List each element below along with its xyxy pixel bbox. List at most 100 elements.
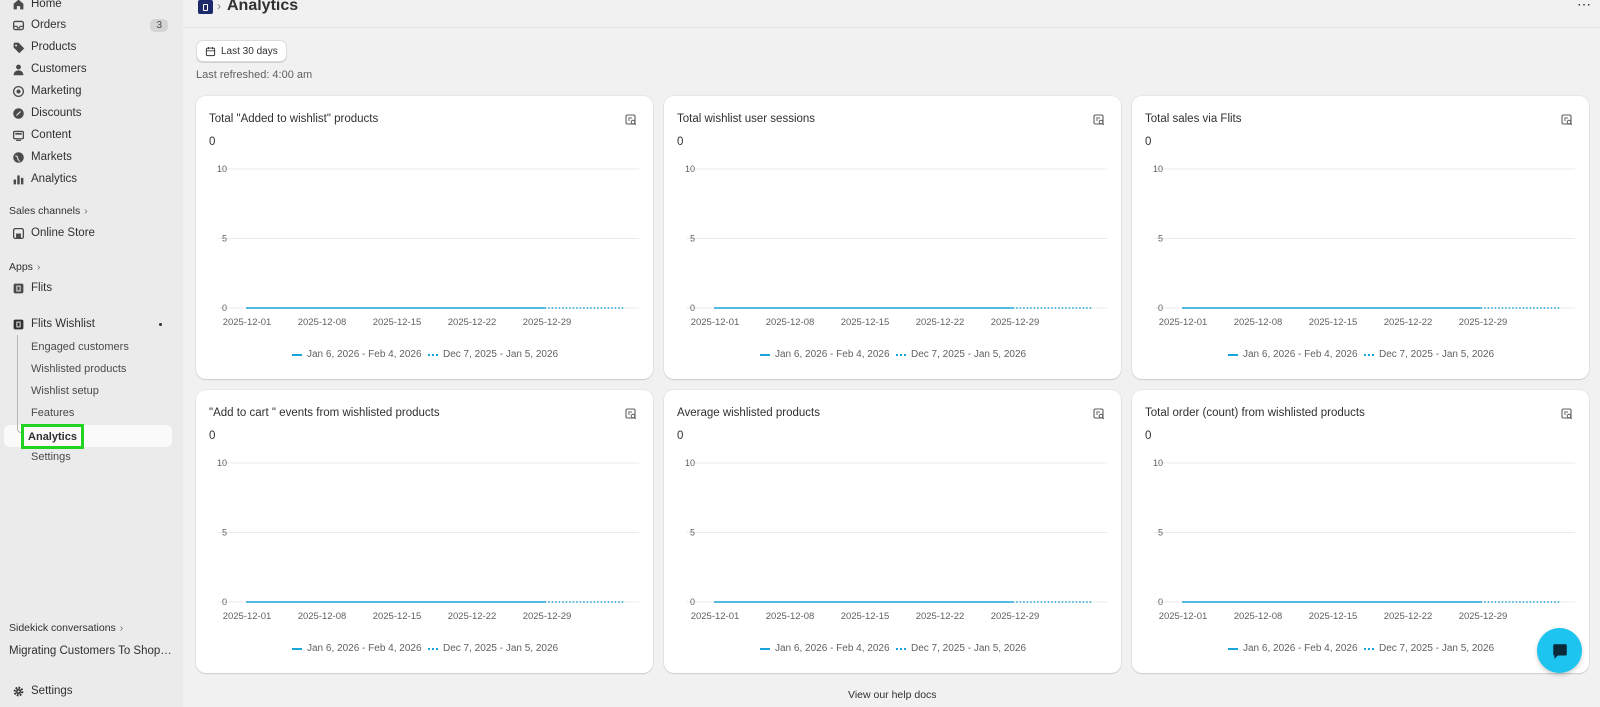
legend-label: Jan 6, 2026 - Feb 4, 2026 (1243, 349, 1358, 360)
pin-dot-icon[interactable] (159, 322, 162, 326)
sidebar-item-online-store[interactable]: Online Store (4, 222, 172, 244)
sidebar-sub-item-wishlisted-products[interactable]: Wishlisted products (22, 359, 172, 379)
y-tick-label: 0 (690, 303, 695, 313)
sidekick-conversation-item[interactable]: Migrating Customers To Shopi... (4, 640, 172, 662)
legend-item-previous[interactable]: Dec 7, 2025 - Jan 5, 2026 (1364, 643, 1494, 654)
chat-button[interactable] (1537, 628, 1582, 673)
x-tick-label: 2025-12-01 (223, 317, 272, 328)
sidebar-item-settings[interactable]: Settings (4, 680, 172, 702)
x-tick-label: 2025-12-15 (841, 611, 890, 622)
legend-item-current[interactable]: Jan 6, 2026 - Feb 4, 2026 (1228, 349, 1358, 360)
sidebar-sub-item-label: Wishlist setup (31, 385, 99, 397)
sidebar-item-marketing[interactable]: Marketing (4, 80, 172, 102)
store-icon (11, 226, 25, 240)
legend-swatch-dotted (1364, 353, 1374, 356)
calendar-icon (205, 46, 216, 56)
last-refreshed-text: Last refreshed: 4:00 am (196, 69, 313, 81)
sidebar-item-products[interactable]: Products (4, 36, 172, 58)
legend-label: Dec 7, 2025 - Jan 5, 2026 (443, 643, 559, 654)
legend-swatch-solid (760, 353, 770, 356)
x-tick-label: 2025-12-08 (1234, 611, 1283, 622)
legend-item-current[interactable]: Jan 6, 2026 - Feb 4, 2026 (760, 643, 890, 654)
bar-chart-icon (11, 172, 25, 186)
y-tick-label: 0 (1158, 597, 1163, 607)
legend-item-previous[interactable]: Dec 7, 2025 - Jan 5, 2026 (428, 349, 558, 360)
home-icon (11, 0, 25, 11)
y-tick-label: 0 (690, 597, 695, 607)
legend-swatch-dotted (1364, 647, 1374, 650)
sidebar-item-flits-wishlist[interactable]: Flits Wishlist (4, 313, 172, 335)
sidebar-item-customers[interactable]: Customers (4, 58, 172, 80)
legend-item-previous[interactable]: Dec 7, 2025 - Jan 5, 2026 (428, 643, 558, 654)
x-tick-label: 2025-12-08 (1234, 317, 1283, 328)
date-range-label: Last 30 days (221, 45, 278, 57)
chat-bubble-icon (1552, 643, 1567, 659)
globe-icon (11, 150, 25, 164)
legend-swatch-dotted (896, 353, 906, 356)
orders-count-badge: 3 (150, 18, 168, 32)
y-tick-label: 10 (685, 458, 695, 468)
legend-item-current[interactable]: Jan 6, 2026 - Feb 4, 2026 (292, 349, 422, 360)
x-tick-label: 2025-12-01 (1159, 317, 1208, 328)
legend-item-current[interactable]: Jan 6, 2026 - Feb 4, 2026 (1228, 643, 1358, 654)
x-tick-label: 2025-12-22 (1384, 611, 1433, 622)
x-tick-label: 2025-12-22 (448, 317, 497, 328)
orders-icon (11, 18, 25, 32)
y-tick-label: 0 (1158, 303, 1163, 313)
sidekick-conversations-header[interactable]: Sidekick conversations › (9, 622, 123, 634)
chart-card: Total sales via Flits 0 0 5 10 2025-12-01 2025… (1132, 96, 1589, 379)
legend-swatch-solid (1228, 647, 1238, 650)
x-tick-label: 2025-12-29 (1459, 611, 1508, 622)
line-chart: 0 5 10 2025-12-01 2025-12-08 2025-12-15 2025-1… (685, 164, 1107, 328)
x-tick-label: 2025-12-29 (523, 317, 572, 328)
sales-channels-header[interactable]: Sales channels › (9, 205, 88, 217)
sidebar-sub-item-wishlist-setup[interactable]: Wishlist setup (22, 381, 172, 401)
sidebar-item-discounts[interactable]: Discounts (4, 102, 172, 124)
sidebar-sub-item-analytics[interactable]: Analytics (21, 424, 84, 449)
person-icon (11, 62, 25, 76)
x-tick-label: 2025-12-08 (766, 317, 815, 328)
y-tick-label: 0 (222, 303, 227, 313)
discount-icon (11, 106, 25, 120)
sidebar-item-markets[interactable]: Markets (4, 146, 172, 168)
chart-card: "Add to cart " events from wishlisted pr… (196, 390, 653, 673)
apps-header[interactable]: Apps › (9, 261, 40, 273)
help-docs-link[interactable]: View our help docs (848, 689, 937, 701)
sidebar-item-content[interactable]: Content (4, 124, 172, 146)
legend-swatch-solid (760, 647, 770, 650)
sidebar-sub-item-settings[interactable]: Settings (22, 447, 172, 467)
breadcrumb-chevron-icon: › (217, 0, 221, 13)
sidebar-sub-item-label: Features (31, 407, 75, 419)
more-actions-button[interactable]: ⋯ (1577, 0, 1592, 13)
sidebar-item-orders[interactable]: Orders 3 (4, 14, 172, 36)
x-tick-label: 2025-12-22 (916, 611, 965, 622)
legend-item-previous[interactable]: Dec 7, 2025 - Jan 5, 2026 (1364, 349, 1494, 360)
page-title: Analytics (227, 0, 299, 14)
sidebar-item-label: Markets (31, 151, 72, 163)
legend-item-previous[interactable]: Dec 7, 2025 - Jan 5, 2026 (896, 643, 1026, 654)
line-chart: 0 5 10 2025-12-01 2025-12-08 2025-12-15 2025-1… (1153, 164, 1575, 328)
sidebar-item-analytics[interactable]: Analytics (4, 168, 172, 190)
chart-card: Average wishlisted products 0 0 5 10 2025-12-… (664, 390, 1121, 673)
y-tick-label: 10 (1153, 458, 1163, 468)
apps-label: Apps (9, 261, 33, 273)
legend-item-current[interactable]: Jan 6, 2026 - Feb 4, 2026 (760, 349, 890, 360)
legend-item-previous[interactable]: Dec 7, 2025 - Jan 5, 2026 (896, 349, 1026, 360)
sidebar-item-home[interactable]: Home (4, 0, 172, 15)
chevron-right-icon: › (36, 261, 41, 273)
sidebar-sub-item-label: Settings (31, 451, 71, 463)
sidebar-item-label: Home (31, 0, 62, 10)
x-tick-label: 2025-12-15 (841, 317, 890, 328)
x-tick-label: 2025-12-15 (373, 611, 422, 622)
x-tick-label: 2025-12-15 (1309, 611, 1358, 622)
sidebar-sub-item-features[interactable]: Features (22, 403, 172, 423)
tag-icon (11, 40, 25, 54)
sidebar-item-flits[interactable]: Flits (4, 277, 172, 299)
flits-wishlist-app-icon[interactable] (198, 0, 213, 14)
sidebar-sub-item-engaged-customers[interactable]: Engaged customers (22, 337, 172, 357)
sidekick-conversations-label: Sidekick conversations (9, 622, 116, 634)
date-range-button[interactable]: Last 30 days (196, 40, 287, 62)
sidebar: Home Orders 3 Products Customers Marketi… (0, 0, 183, 707)
x-tick-label: 2025-12-01 (691, 611, 740, 622)
legend-item-current[interactable]: Jan 6, 2026 - Feb 4, 2026 (292, 643, 422, 654)
